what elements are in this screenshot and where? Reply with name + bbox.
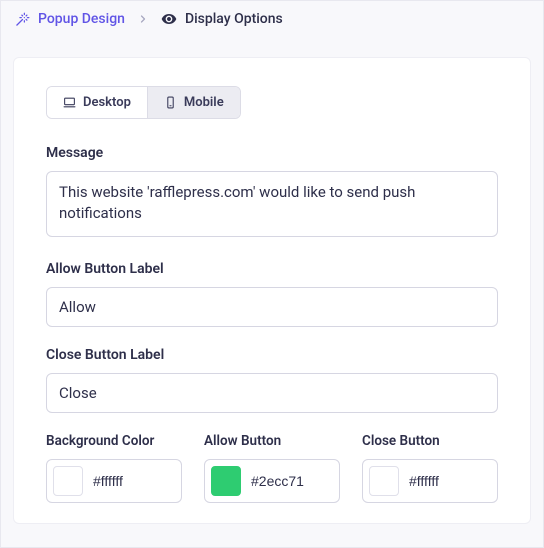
device-tabs: Desktop Mobile xyxy=(46,86,241,119)
close-button-color-hex[interactable] xyxy=(409,473,479,489)
options-panel: Desktop Mobile Message Allow Button Labe… xyxy=(13,57,531,524)
allow-button-color-label: Allow Button xyxy=(204,433,340,449)
tab-mobile[interactable]: Mobile xyxy=(147,87,240,118)
breadcrumb-parent-label: Popup Design xyxy=(38,11,125,27)
message-input[interactable] xyxy=(46,171,498,237)
background-color-picker[interactable] xyxy=(46,459,182,503)
breadcrumb: Popup Design Display Options xyxy=(1,1,543,37)
wand-icon xyxy=(15,12,30,27)
background-color-field: Background Color xyxy=(46,433,182,503)
background-color-label: Background Color xyxy=(46,433,182,449)
close-button-color-label: Close Button xyxy=(362,433,498,449)
close-input[interactable] xyxy=(46,373,498,413)
breadcrumb-display-options: Display Options xyxy=(161,11,283,27)
allow-label: Allow Button Label xyxy=(46,261,498,277)
allow-button-color-field: Allow Button xyxy=(204,433,340,503)
message-label: Message xyxy=(46,145,498,161)
allow-input[interactable] xyxy=(46,287,498,327)
allow-button-color-hex[interactable] xyxy=(251,473,321,489)
mobile-icon xyxy=(164,96,177,109)
allow-button-color-swatch xyxy=(211,466,241,496)
message-field: Message xyxy=(46,145,498,241)
chevron-right-icon xyxy=(137,13,149,25)
background-color-swatch xyxy=(53,466,83,496)
close-button-color-swatch xyxy=(369,466,399,496)
close-label-field: Close Button Label xyxy=(46,347,498,413)
tab-desktop-label: Desktop xyxy=(83,95,131,110)
breadcrumb-current-label: Display Options xyxy=(185,11,283,27)
eye-icon xyxy=(161,11,177,27)
tab-desktop[interactable]: Desktop xyxy=(47,87,147,118)
color-row: Background Color Allow Button Close Butt… xyxy=(46,433,498,503)
desktop-icon xyxy=(63,96,76,109)
tab-mobile-label: Mobile xyxy=(184,95,224,110)
close-button-color-picker[interactable] xyxy=(362,459,498,503)
close-button-color-field: Close Button xyxy=(362,433,498,503)
allow-button-color-picker[interactable] xyxy=(204,459,340,503)
breadcrumb-popup-design[interactable]: Popup Design xyxy=(15,11,125,27)
allow-label-field: Allow Button Label xyxy=(46,261,498,327)
settings-page: Popup Design Display Options Desktop xyxy=(0,0,544,548)
background-color-hex[interactable] xyxy=(93,473,163,489)
close-label: Close Button Label xyxy=(46,347,498,363)
